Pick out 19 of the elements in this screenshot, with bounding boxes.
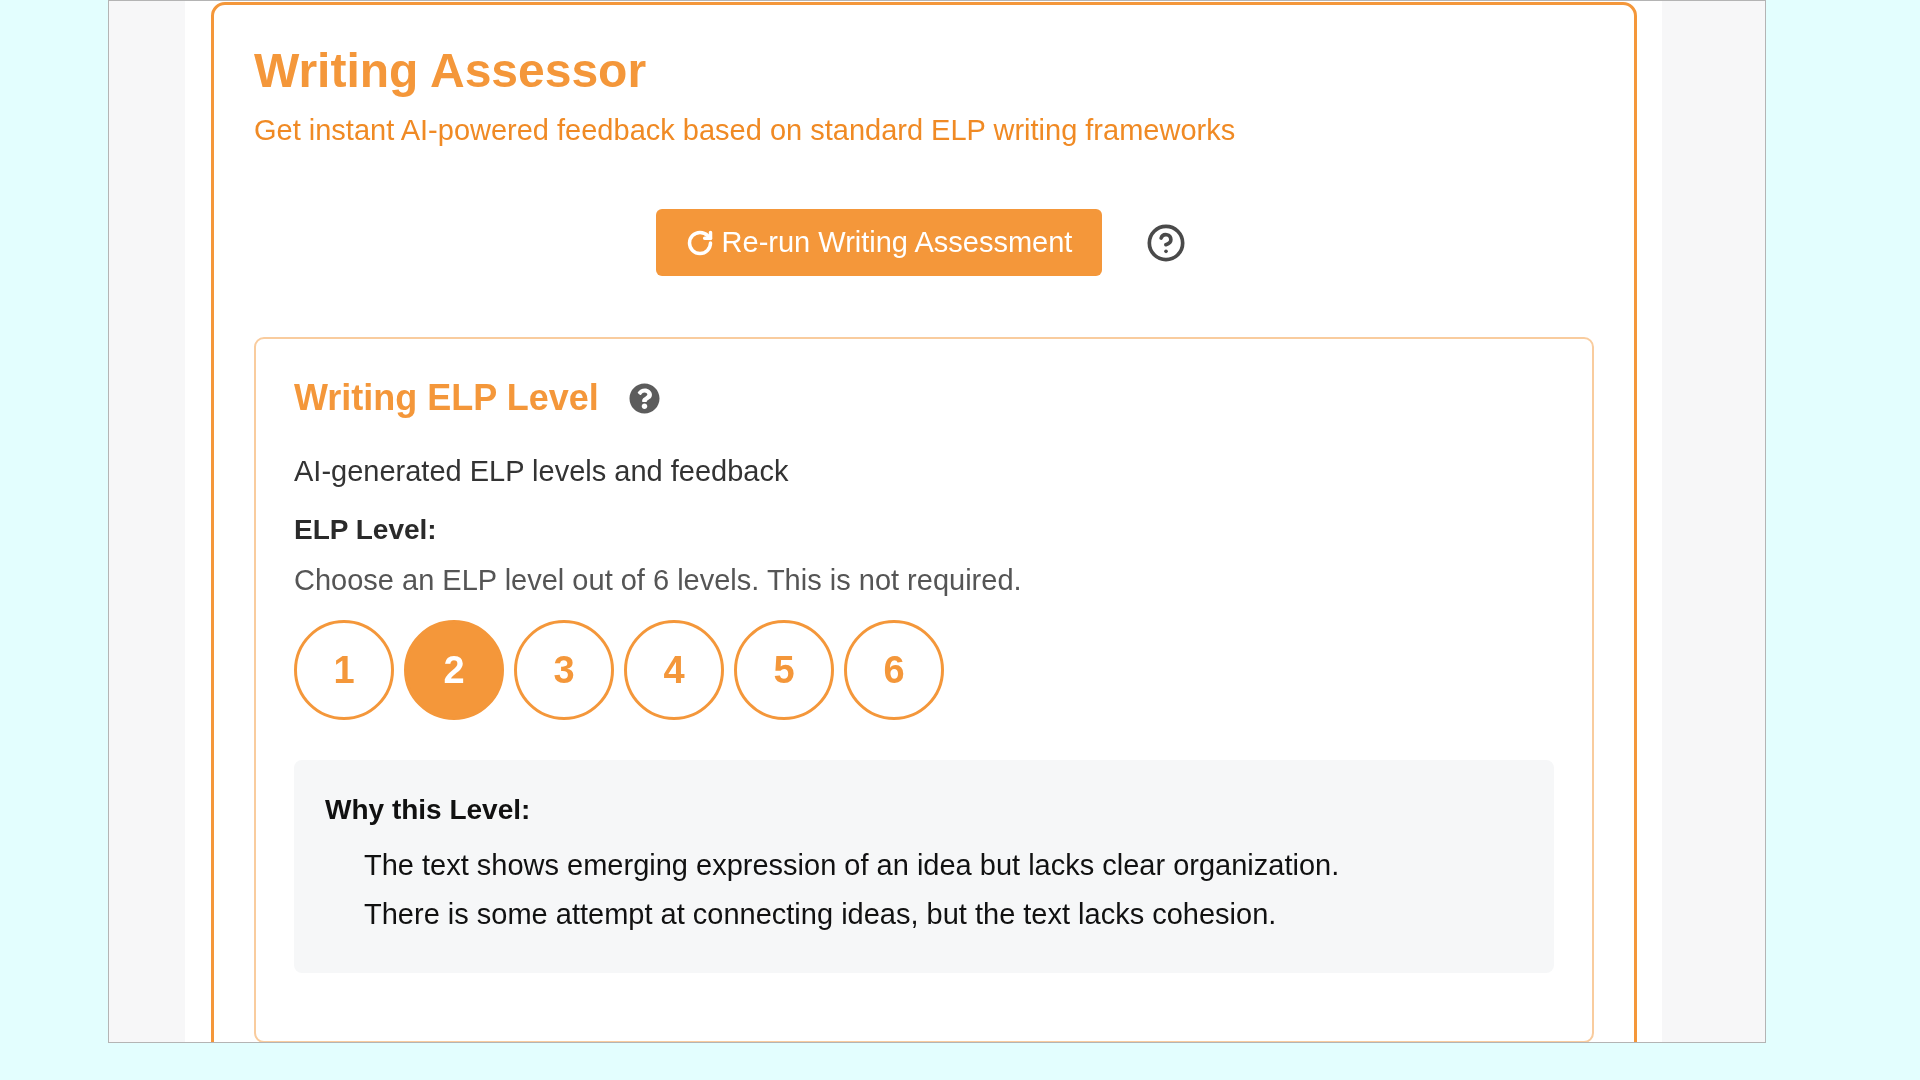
reason-title: Why this Level: [325,793,531,827]
reason-text: There is some attempt at connecting ideas, but the text lacks cohesion. [364,897,1277,932]
elp-level-label: ELP Level: [294,513,437,547]
card-description: AI-generated ELP levels and feedback [294,454,789,489]
card-title: Writing ELP Level [294,378,599,418]
reason-text: The text shows emerging expression of an idea but lacks clear organization. [364,848,1340,883]
page-title: Writing Assessor [254,43,647,99]
rerun-assessment-button[interactable]: Re-run Writing Assessment [656,209,1102,276]
page-subtitle: Get instant AI-powered feedback based on standard ELP writing frameworks [254,113,1236,148]
refresh-icon [685,228,714,257]
level-option[interactable]: 2 [404,620,504,720]
help-icon[interactable] [1146,222,1186,263]
help-icon[interactable] [628,382,660,414]
level-option[interactable]: 4 [624,620,724,720]
level-option[interactable]: 5 [734,620,834,720]
level-option[interactable]: 6 [844,620,944,720]
level-option[interactable]: 3 [514,620,614,720]
elp-level-hint: Choose an ELP level out of 6 levels. This is not required. [294,563,1022,598]
level-option[interactable]: 1 [294,620,394,720]
